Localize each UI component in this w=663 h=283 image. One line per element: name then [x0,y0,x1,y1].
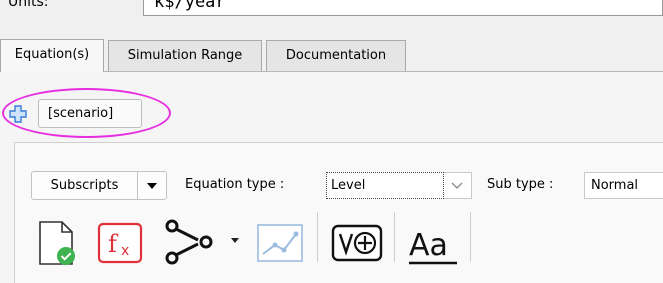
subscripts-button[interactable]: Subscripts [31,171,138,200]
plus-icon[interactable] [8,104,28,124]
sub-type-label: Sub type : [487,177,554,192]
sub-type-select[interactable]: Normal [584,172,663,199]
subscripts-dropdown[interactable] [137,171,167,200]
causal-tree-icon[interactable] [164,218,214,270]
scenario-button[interactable]: [scenario] [38,99,142,128]
function-icon[interactable]: f x [97,222,143,268]
tab-simulation-range[interactable]: Simulation Range [108,40,262,71]
toolbar-separator [470,212,471,262]
add-variable-icon[interactable] [331,224,383,266]
graph-icon[interactable] [257,224,303,266]
caret-down-icon[interactable] [229,234,241,249]
triangle-down-icon [147,183,157,189]
units-label: Units: [8,0,49,10]
font-icon[interactable]: Aa [407,222,459,270]
toolbar-separator [394,212,395,262]
svg-text:Aa: Aa [409,228,448,263]
toolbar-separator [317,212,318,262]
tab-equations[interactable]: Equation(s) [0,39,104,72]
tab-documentation[interactable]: Documentation [266,40,406,71]
svg-text:x: x [121,243,129,259]
equation-type-label: Equation type : [185,177,285,192]
units-field[interactable]: k$/year [143,0,663,16]
equation-type-select[interactable]: Level [326,172,444,199]
equation-type-dropdown[interactable] [444,172,472,199]
check-document-icon[interactable] [36,220,78,272]
chevron-down-icon [451,182,463,189]
